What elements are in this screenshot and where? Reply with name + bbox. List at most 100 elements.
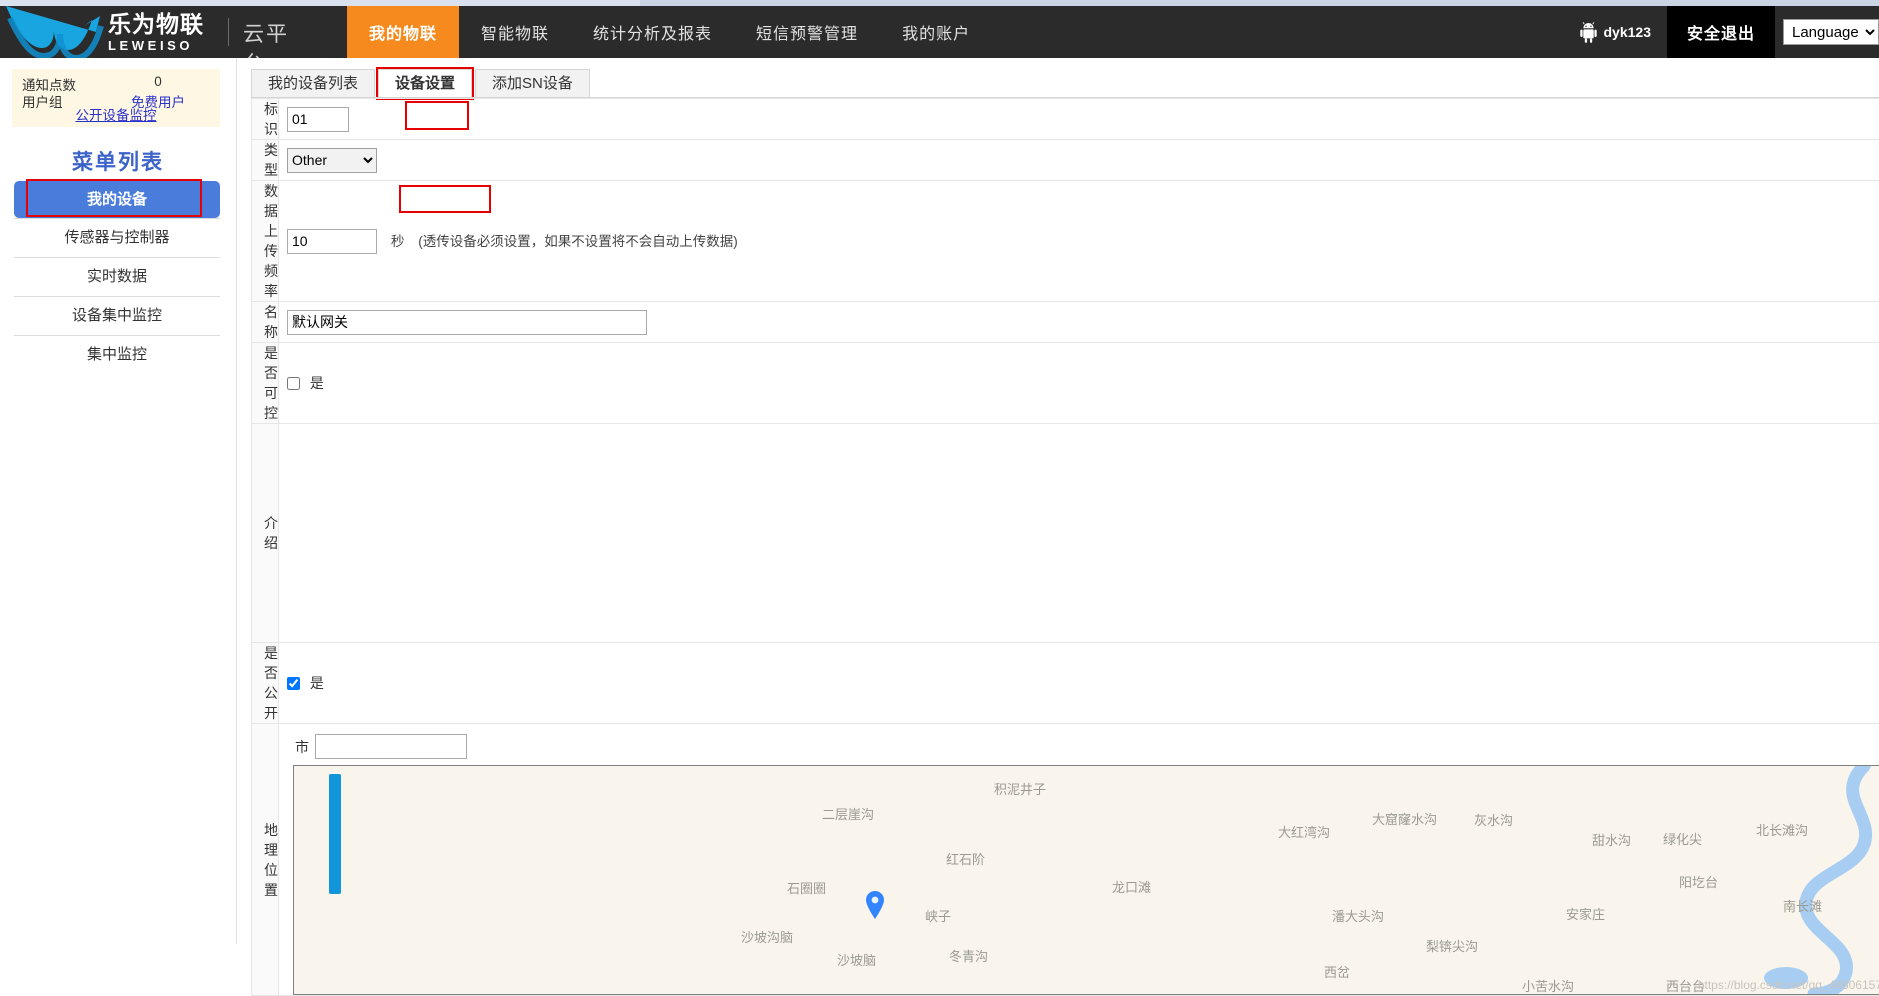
top-header-bar: 乐为物联 LEWEISO 云平台 我的物联 智能物联 统计分析及报表 短信预警管… <box>0 6 1879 58</box>
map-vertical-marker-bar <box>329 774 341 894</box>
controllable-field-cell: 是 <box>279 343 1879 424</box>
identifier-label: 标识 <box>252 99 279 140</box>
language-select[interactable]: Languages 中文 English <box>1783 19 1879 45</box>
sidebar-item-realtime-data[interactable]: 实时数据 <box>14 257 220 296</box>
form-row-type: 类型 Other Gateway Sensor Controller <box>252 140 1879 181</box>
controllable-checkbox-label: 是 <box>310 375 324 391</box>
map-poi: 阳圪台 <box>1679 872 1718 891</box>
map-poi: 西岔 <box>1324 962 1350 981</box>
map-wrapper: 市 <box>287 724 1879 995</box>
username-label: dyk123 <box>1604 24 1651 40</box>
is-public-checkbox[interactable] <box>287 677 300 690</box>
brand-name-cn: 乐为物联 <box>108 13 204 36</box>
map-poi: 沙坡沟脑 <box>741 927 793 946</box>
tab-add-sn-device[interactable]: 添加SN设备 <box>475 69 590 98</box>
tab-device-settings[interactable]: 设备设置 <box>378 69 472 98</box>
brand-name-en: LEWEISO <box>108 39 204 52</box>
type-label: 类型 <box>252 140 279 181</box>
brand-divider <box>228 18 229 46</box>
sidebar-menu: 我的设备 传感器与控制器 实时数据 设备集中监控 集中监控 <box>14 180 220 374</box>
upload-rate-input[interactable] <box>287 229 377 254</box>
sidebar-item-my-devices[interactable]: 我的设备 <box>14 181 220 218</box>
android-robot-icon <box>1580 22 1597 43</box>
type-field-cell: Other Gateway Sensor Controller <box>279 140 1879 181</box>
location-map[interactable]: 积泥井子 二层崖沟 大红湾沟 大窟窿水沟 灰水沟 甜水沟 绿化尖 北长滩沟 红石… <box>293 765 1879 995</box>
controllable-label: 是否可控 <box>252 343 279 424</box>
map-poi: 北长滩沟 <box>1756 820 1808 839</box>
nav-item-smart-iot[interactable]: 智能物联 <box>459 6 571 58</box>
map-poi: 灰水沟 <box>1474 810 1513 829</box>
city-input[interactable] <box>315 734 467 759</box>
intro-label: 介绍 <box>252 424 279 643</box>
image-watermark: https://blog.csdn.net/qq_44806157 <box>1698 978 1879 992</box>
logout-button[interactable]: 安全退出 <box>1667 6 1775 58</box>
intro-field-cell <box>279 424 1879 643</box>
map-poi: 龙口滩 <box>1112 877 1151 896</box>
map-poi: 小苦水沟 <box>1522 976 1574 995</box>
map-poi: 石圈圈 <box>787 878 826 897</box>
device-settings-form: 标识 类型 Other Gateway Sensor Controller <box>251 98 1879 996</box>
leweiso-wave-logo-icon <box>0 6 108 58</box>
form-row-is-public: 是否公开 是 <box>252 643 1879 724</box>
map-poi: 大红湾沟 <box>1278 822 1330 841</box>
location-field-cell: 市 <box>279 724 1879 996</box>
tab-my-device-list[interactable]: 我的设备列表 <box>251 69 375 98</box>
name-field-cell <box>279 302 1879 343</box>
user-info[interactable]: dyk123 <box>1564 6 1667 58</box>
identifier-field-cell <box>279 99 1879 140</box>
map-poi: 冬青沟 <box>949 946 988 965</box>
form-row-identifier: 标识 <box>252 99 1879 140</box>
left-sidebar: 通知点数 0 用户组 免费用户 公开设备监控 菜单列表 我的设备 传感器与控制器… <box>0 58 236 944</box>
identifier-input[interactable] <box>287 107 349 132</box>
form-row-location: 地理位置 市 <box>252 724 1879 996</box>
public-device-monitor-link[interactable]: 公开设备监控 <box>12 104 220 124</box>
nav-item-statistics-reports[interactable]: 统计分析及报表 <box>571 6 734 58</box>
map-poi: 红石阶 <box>946 849 985 868</box>
map-river-shape <box>1714 766 1879 994</box>
map-poi: 安家庄 <box>1566 904 1605 923</box>
is-public-field-cell: 是 <box>279 643 1879 724</box>
is-public-checkbox-label: 是 <box>310 675 324 691</box>
type-select[interactable]: Other Gateway Sensor Controller <box>287 148 377 173</box>
main-content: 我的设备列表 设备设置 添加SN设备 标识 类型 <box>236 58 1879 944</box>
map-poi: 积泥井子 <box>994 779 1046 798</box>
map-poi: 沙坡脑 <box>837 950 876 969</box>
location-label: 地理位置 <box>252 724 279 996</box>
notify-points-value: 0 <box>112 74 204 89</box>
annotation-box-upload-rate <box>399 185 491 213</box>
form-row-upload-rate: 数据上传频率 秒 (透传设备必须设置，如果不设置将不会自动上传数据) <box>252 181 1879 302</box>
nav-item-my-account[interactable]: 我的账户 <box>880 6 992 58</box>
sidebar-item-sensors-controllers[interactable]: 传感器与控制器 <box>14 218 220 257</box>
nav-item-my-iot[interactable]: 我的物联 <box>347 6 459 58</box>
tab-device-settings-label: 设备设置 <box>395 75 455 92</box>
sidebar-item-device-central-monitor[interactable]: 设备集中监控 <box>14 296 220 335</box>
map-poi: 沙坡 <box>914 992 940 995</box>
nav-item-sms-alerts[interactable]: 短信预警管理 <box>734 6 880 58</box>
city-label: 市 <box>295 737 309 757</box>
intro-editor[interactable] <box>287 424 1879 642</box>
map-location-pin-icon <box>864 890 886 920</box>
upload-rate-label: 数据上传频率 <box>252 181 279 302</box>
map-poi: 甜水沟 <box>1592 830 1631 849</box>
map-poi: 二层崖沟 <box>822 804 874 823</box>
upload-rate-hint: (透传设备必须设置，如果不设置将不会自动上传数据) <box>418 234 738 249</box>
form-row-intro: 介绍 <box>252 424 1879 643</box>
upload-rate-unit: 秒 <box>391 234 405 249</box>
upload-rate-field-cell: 秒 (透传设备必须设置，如果不设置将不会自动上传数据) <box>279 181 1879 302</box>
brand-logo[interactable]: 乐为物联 LEWEISO 云平台 <box>0 6 300 58</box>
device-name-input[interactable] <box>287 310 647 335</box>
main-navigation: 我的物联 智能物联 统计分析及报表 短信预警管理 我的账户 <box>347 6 992 58</box>
account-info-panel: 通知点数 0 用户组 免费用户 公开设备监控 <box>12 69 220 127</box>
sidebar-item-central-monitor[interactable]: 集中监控 <box>14 335 220 374</box>
map-poi: 梨锛尖沟 <box>1426 936 1478 955</box>
form-row-controllable: 是否可控 是 <box>252 343 1879 424</box>
name-label: 名称 <box>252 302 279 343</box>
controllable-checkbox[interactable] <box>287 377 300 390</box>
app-root: 乐为物联 LEWEISO 云平台 我的物联 智能物联 统计分析及报表 短信预警管… <box>0 0 1879 944</box>
map-poi: 绿化尖 <box>1663 829 1702 848</box>
annotation-box-my-devices <box>26 179 202 217</box>
is-public-label: 是否公开 <box>252 643 279 724</box>
city-input-row: 市 <box>293 730 1879 765</box>
menu-list-title: 菜单列表 <box>0 146 236 176</box>
header-right-cluster: dyk123 安全退出 Languages 中文 English <box>1564 6 1879 58</box>
